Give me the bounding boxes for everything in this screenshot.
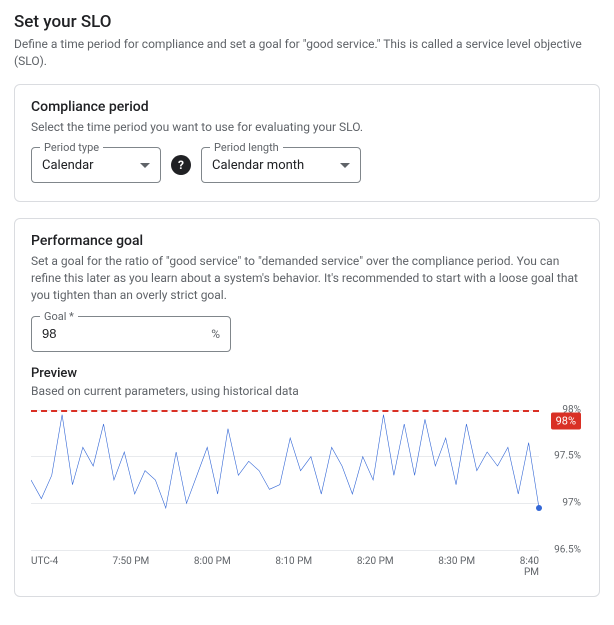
help-icon[interactable]: ?	[171, 155, 191, 175]
y-tick-label: 97%	[562, 497, 581, 508]
compliance-title: Compliance period	[31, 99, 583, 115]
period-length-label: Period length	[210, 141, 283, 154]
chevron-down-icon	[340, 163, 350, 168]
period-length-value: Calendar month	[212, 158, 332, 173]
goal-field[interactable]: Goal * %	[31, 316, 231, 352]
goal-input[interactable]	[42, 326, 211, 341]
chevron-down-icon	[140, 163, 150, 168]
period-type-select[interactable]: Period type Calendar	[31, 147, 161, 183]
x-tick-label: 8:20 PM	[357, 556, 438, 578]
x-tick-label: 8:10 PM	[275, 556, 356, 578]
period-type-label: Period type	[40, 141, 103, 154]
x-tick-label: 8:40 PM	[520, 556, 539, 578]
goal-unit: %	[211, 327, 220, 341]
page-title: Set your SLO	[14, 12, 600, 32]
performance-desc: Set a goal for the ratio of "good servic…	[31, 253, 583, 303]
gridline	[31, 550, 539, 551]
period-type-value: Calendar	[42, 158, 132, 173]
chart-end-dot	[536, 505, 542, 511]
performance-title: Performance goal	[31, 233, 583, 249]
x-tick-label: UTC-4	[31, 556, 112, 578]
x-tick-label: 8:30 PM	[438, 556, 519, 578]
y-tick-label: 97.5%	[554, 451, 581, 462]
preview-title: Preview	[31, 366, 583, 381]
compliance-desc: Select the time period you want to use f…	[31, 119, 583, 136]
x-tick-label: 7:50 PM	[112, 556, 193, 578]
x-tick-label: 8:00 PM	[194, 556, 275, 578]
compliance-card: Compliance period Select the time period…	[14, 84, 600, 203]
preview-desc: Based on current parameters, using histo…	[31, 383, 583, 400]
chart-line	[31, 410, 539, 550]
goal-label: Goal *	[40, 310, 78, 323]
period-length-select[interactable]: Period length Calendar month	[201, 147, 361, 183]
y-tick-label: 96.5%	[554, 544, 581, 555]
preview-chart: 96.5%97%97.5%98%98% UTC-47:50 PM8:00 PM8…	[31, 410, 583, 578]
performance-card: Performance goal Set a goal for the rati…	[14, 218, 600, 596]
page-subtitle: Define a time period for compliance and …	[14, 36, 600, 70]
goal-badge: 98%	[551, 412, 581, 429]
